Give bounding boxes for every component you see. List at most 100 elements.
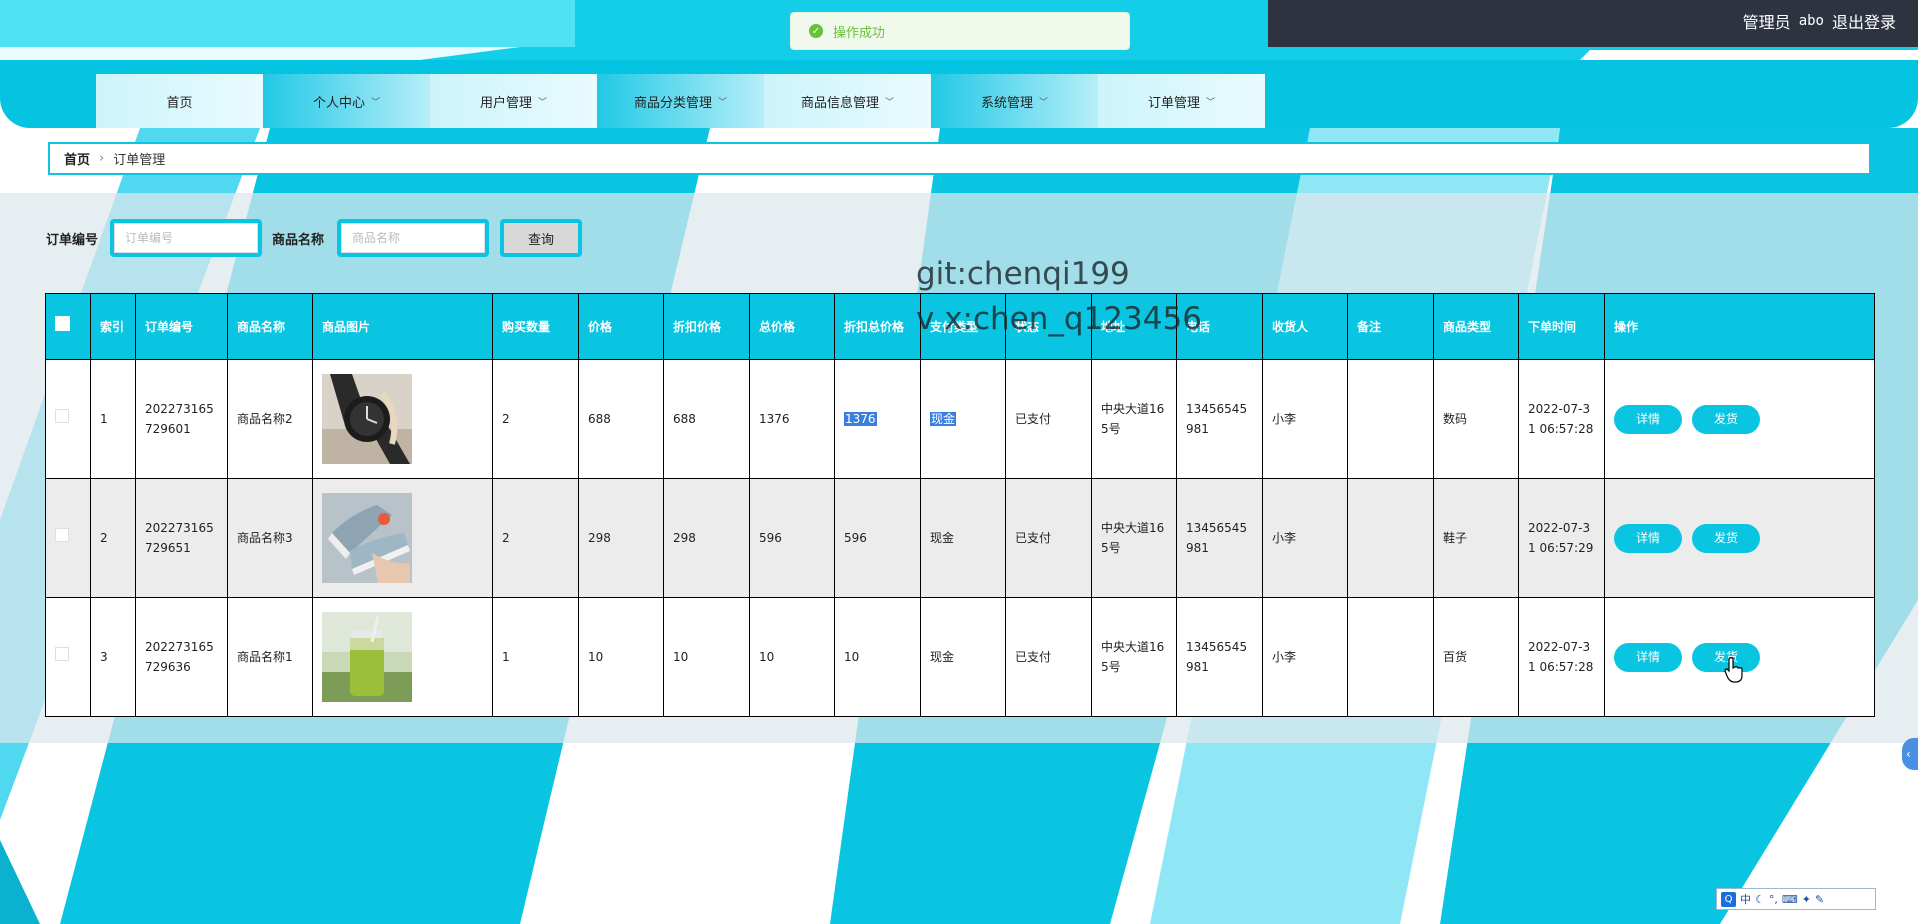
top-user-bar: 管理员 abo 退出登录 [1268,0,1918,47]
cell-remark [1347,478,1434,598]
cell-pay-type: 现金 [920,597,1006,717]
cell-index: 3 [90,597,136,717]
nav-item-label: 用户管理 [479,95,532,111]
query-button-label: 查询 [504,223,578,253]
cell-product-name: 商品名称3 [227,478,313,598]
nav-item-label: 系统管理 [980,95,1033,111]
nav-item-personal-center[interactable]: 个人中心 ﹀ [263,74,430,128]
bottle-product-image[interactable] [322,612,412,702]
nav-item-label: 首页 [166,95,193,111]
cell-index: 1 [90,359,136,479]
nav-item-label: 个人中心 [312,95,365,111]
keyboard-icon[interactable]: ⌨ [1782,893,1798,906]
cell-product-image [312,359,493,479]
chevron-down-icon: ﹀ [1039,97,1049,108]
cell-index: 2 [90,478,136,598]
cell-product-type: 鞋子 [1433,478,1519,598]
row-select-cell [45,478,91,598]
cell-receiver: 小李 [1262,359,1348,479]
cell-total: 596 [749,478,835,598]
cell-phone: 13456545981 [1176,597,1263,717]
ime-toolbar: Q 中 ☾ °, ⌨ ✦ ✎ [1716,888,1876,910]
cell-product-type: 百货 [1433,597,1519,717]
cell-actions: 详情 发货 [1604,359,1875,479]
cell-order-time: 2022-07-31 06:57:29 [1518,478,1605,598]
ime-mode[interactable]: 中 [1740,891,1751,907]
cell-status: 已支付 [1005,359,1092,479]
nav-item-home[interactable]: 首页 [96,74,263,128]
select-all-header [45,293,91,360]
cell-pay-type: 现金 [920,359,1006,479]
cell-order-no: 202273165729601 [135,359,228,479]
nav-item-label: 商品分类管理 [633,95,712,111]
orders-table-wrap: 索引 订单编号 商品名称 商品图片 购买数量 价格 折扣价格 总价格 折扣总价格… [45,293,1875,717]
cell-discount-total: 596 [834,478,921,598]
cell-product-name: 商品名称1 [227,597,313,717]
ship-button[interactable]: 发货 [1692,404,1760,434]
column-header: 购买数量 [492,293,579,360]
watermark-line-1: git:chenqi199 [916,256,1130,292]
product-name-label: 商品名称 [272,233,325,248]
chevron-down-icon: ﹀ [1206,97,1216,108]
ime-logo-icon: Q [1721,891,1736,907]
cell-qty: 2 [492,478,579,598]
table-row: 2 202273165729651 商品名称3 2 298 298 596 59… [45,478,1875,598]
cell-discount-price: 688 [663,359,750,479]
nav-item-category-management[interactable]: 商品分类管理 ﹀ [597,74,764,128]
cell-address: 中央大道165号 [1091,478,1177,598]
nav-item-user-management[interactable]: 用户管理 ﹀ [430,74,597,128]
nav-item-product-management[interactable]: 商品信息管理 ﹀ [764,74,931,128]
cell-price: 10 [578,597,664,717]
watch-product-image[interactable] [322,374,412,464]
detail-button[interactable]: 详情 [1614,523,1682,553]
row-select-cell [45,597,91,717]
wrench-icon[interactable]: ✎ [1815,893,1824,906]
shirt-icon[interactable]: ✦ [1802,893,1811,906]
column-header: 备注 [1347,293,1434,360]
cell-discount-price: 10 [663,597,750,717]
ship-button[interactable]: 发货 [1692,523,1760,553]
cell-phone: 13456545981 [1176,359,1263,479]
moon-icon[interactable]: ☾ [1755,893,1765,906]
row-checkbox[interactable] [55,409,69,423]
cell-phone: 13456545981 [1176,478,1263,598]
chevron-down-icon: ﹀ [538,97,548,108]
nav-item-label: 订单管理 [1147,95,1200,111]
success-toast: ✓ 操作成功 [790,12,1130,50]
shoes-product-image[interactable] [322,493,412,583]
nav-item-order-management[interactable]: 订单管理 ﹀ [1098,74,1265,128]
column-header: 商品类型 [1433,293,1519,360]
check-circle-icon: ✓ [809,24,823,38]
cell-total: 1376 [749,359,835,479]
query-button[interactable]: 查询 [500,219,582,257]
cell-remark [1347,359,1434,479]
nav-item-system-management[interactable]: 系统管理 ﹀ [931,74,1098,128]
order-no-input[interactable] [114,223,258,253]
cell-qty: 2 [492,359,579,479]
detail-button[interactable]: 详情 [1614,642,1682,672]
punctuation-icon[interactable]: °, [1769,893,1778,906]
table-row: 1 202273165729601 商品名称2 2 688 688 1376 1… [45,359,1875,479]
cell-remark [1347,597,1434,717]
column-header: 索引 [90,293,136,360]
hand-cursor-icon [1724,657,1743,683]
cell-order-time: 2022-07-31 06:57:28 [1518,359,1605,479]
logout-link[interactable]: 退出登录 [1832,9,1896,33]
row-checkbox[interactable] [55,647,69,661]
chevron-down-icon: ﹀ [718,97,728,108]
chevron-down-icon: ﹀ [885,97,895,108]
chevron-left-icon: ‹ [1906,747,1911,761]
breadcrumb-current: 订单管理 [113,153,166,168]
select-all-checkbox[interactable] [55,316,70,331]
column-header: 订单编号 [135,293,228,360]
breadcrumb-home[interactable]: 首页 [64,149,90,168]
column-header: 操作 [1604,293,1875,360]
breadcrumb: 首页 › 订单管理 [48,142,1871,175]
collapse-side-tab[interactable]: ‹ [1902,738,1918,770]
column-header: 折扣价格 [663,293,750,360]
column-header: 折扣总价格 [834,293,921,360]
row-checkbox[interactable] [55,528,69,542]
cell-product-type: 数码 [1433,359,1519,479]
detail-button[interactable]: 详情 [1614,404,1682,434]
product-name-input[interactable] [341,223,485,253]
